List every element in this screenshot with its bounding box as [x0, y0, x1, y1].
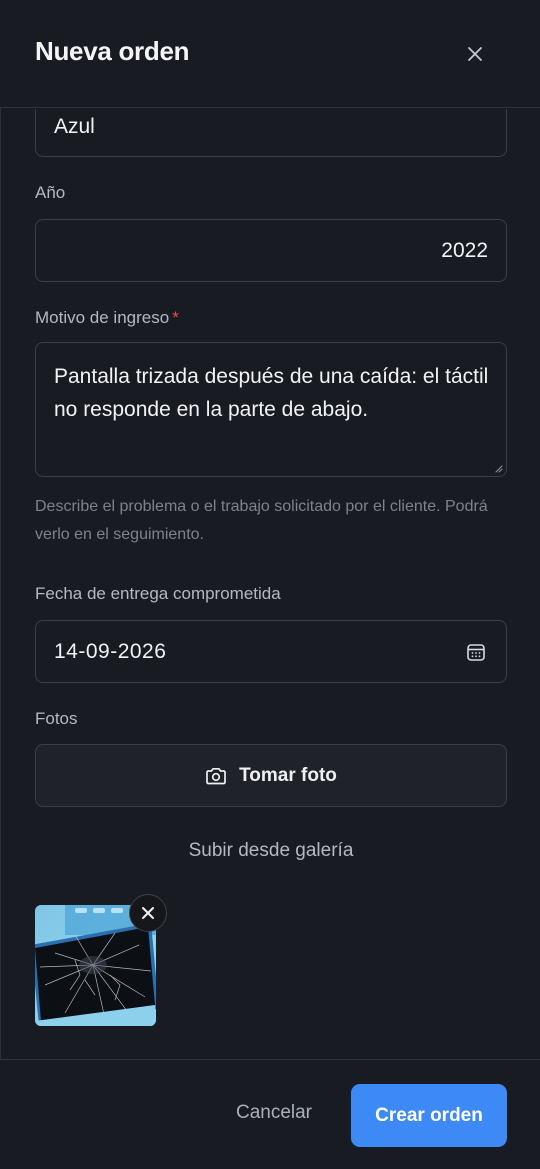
close-icon	[468, 47, 482, 61]
take-photo-button[interactable]: Tomar foto	[35, 744, 507, 807]
cancel-button[interactable]: Cancelar	[214, 1102, 334, 1124]
form-scroll-area[interactable]: Azul Año 2022 Motivo de ingreso * Pantall…	[0, 109, 540, 1059]
dialog-title: Nueva orden	[35, 36, 190, 66]
delivery-date-value: 14-09-2026	[54, 640, 167, 663]
create-order-button[interactable]: Crear orden	[351, 1084, 507, 1147]
reason-textarea[interactable]: Pantalla trizada después de una caída: e…	[35, 342, 507, 477]
year-label: Año	[35, 183, 66, 202]
required-mark: *	[172, 308, 179, 327]
calendar-icon[interactable]	[466, 642, 486, 662]
upload-from-gallery-button[interactable]: Subir desde galería	[35, 840, 507, 862]
year-field[interactable]: 2022	[35, 219, 507, 282]
dialog-footer: Cancelar Crear orden	[0, 1059, 540, 1169]
year-value: 2022	[441, 239, 488, 262]
reason-label: Motivo de ingreso *	[35, 308, 179, 328]
delivery-date-label: Fecha de entrega comprometida	[35, 584, 281, 603]
color-value: Azul	[54, 115, 95, 138]
color-field[interactable]: Azul	[35, 109, 507, 157]
reason-label-text: Motivo de ingreso	[35, 308, 170, 327]
close-icon	[142, 907, 154, 919]
dialog-header: Nueva orden	[0, 0, 540, 108]
reason-value: Pantalla trizada después de una caída: e…	[54, 365, 489, 421]
take-photo-label: Tomar foto	[239, 764, 337, 786]
new-order-dialog: Nueva orden Azul Año 2022 Motivo de ingr…	[0, 0, 540, 1169]
resize-handle-icon[interactable]	[493, 463, 503, 473]
camera-icon	[206, 767, 226, 784]
reason-hint: Describe el problema o el trabajo solici…	[35, 498, 488, 543]
close-button[interactable]	[459, 38, 491, 70]
delivery-date-field[interactable]: 14-09-2026	[35, 620, 507, 683]
remove-photo-button[interactable]	[129, 894, 167, 932]
photos-label: Fotos	[35, 709, 78, 728]
